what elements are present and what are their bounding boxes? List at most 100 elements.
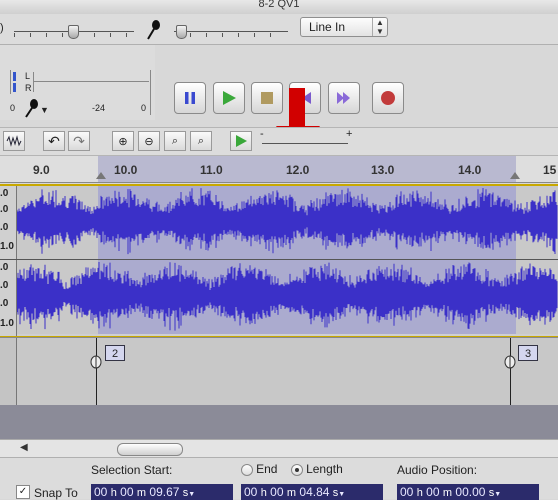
selection-end-marker-icon[interactable] <box>510 172 520 179</box>
meter-scale-left: 0 <box>10 103 16 113</box>
chevron-down-icon[interactable]: ▼ <box>338 491 345 498</box>
hours-value: 00 <box>244 485 258 499</box>
tick <box>206 33 207 37</box>
skip-end-icon <box>337 92 350 104</box>
window-title: 8-2 QV1 <box>258 0 300 10</box>
label-handle-icon[interactable] <box>89 354 103 370</box>
tick <box>238 33 239 37</box>
hours-unit: h <box>260 487 267 499</box>
undo-button[interactable]: ↶ <box>43 131 65 151</box>
output-volume-slider-thumb[interactable] <box>68 25 79 39</box>
tick <box>94 33 95 37</box>
record-button[interactable] <box>372 82 404 114</box>
ruler-label: 14.0 <box>458 163 482 177</box>
tick <box>126 33 127 37</box>
hours-unit: h <box>416 487 423 499</box>
meter-right-label: R <box>25 83 32 93</box>
radio-icon <box>291 464 303 477</box>
tick <box>110 33 111 37</box>
hours-unit: h <box>110 487 117 499</box>
tick <box>254 33 255 37</box>
play-at-speed-button[interactable] <box>230 131 252 151</box>
redo-button[interactable]: ↷ <box>68 131 90 151</box>
play-speed-slider-track[interactable] <box>262 143 348 144</box>
horizontal-scrollbar[interactable]: ◀ <box>0 439 558 458</box>
track-control-panel[interactable]: .0 .0 .0 1.0 <box>0 186 17 259</box>
pause-icon <box>185 92 195 104</box>
selection-start-label: Selection Start: <box>91 463 173 477</box>
microphone-icon[interactable] <box>24 98 40 118</box>
tick <box>222 33 223 37</box>
track-scale-label: .0 <box>0 262 9 273</box>
select-arrows-icon: ▲ ▼ <box>372 18 387 36</box>
scroll-left-icon[interactable]: ◀ <box>20 442 28 453</box>
meter-level-right <box>13 83 16 92</box>
tick <box>46 33 47 37</box>
hours-value: 00 <box>400 485 414 499</box>
tick <box>62 33 63 37</box>
end-radio-label: End <box>256 462 278 476</box>
input-volume-slider-thumb[interactable] <box>176 25 187 39</box>
length-radio[interactable]: Length <box>291 462 343 477</box>
ruler-label: 11.0 <box>200 163 223 177</box>
timeline-ruler[interactable]: 9.0 10.0 11.0 12.0 13.0 14.0 15 <box>0 156 558 183</box>
meter-divider <box>33 81 149 82</box>
label-text-box[interactable]: 3 <box>518 345 538 361</box>
waveform-right-channel[interactable] <box>17 260 558 334</box>
track-scale-label: 1.0 <box>0 318 14 329</box>
tick <box>190 33 191 37</box>
tick <box>270 33 271 37</box>
minutes-unit: m <box>136 487 147 499</box>
end-radio[interactable]: End <box>241 462 278 477</box>
audio-track-left[interactable]: .0 .0 .0 1.0 <box>0 184 558 259</box>
seconds-value: 00.00 <box>455 485 486 499</box>
track-scale-label: .0 <box>0 298 9 309</box>
window-title-bar: 8-2 QV1 <box>0 0 558 15</box>
input-source-select[interactable]: Line In ▲ ▼ <box>300 17 388 37</box>
play-icon <box>223 91 236 105</box>
label-track[interactable]: 2 3 <box>0 337 558 407</box>
fit-project-icon: ⌕ <box>197 134 205 147</box>
length-radio-label: Length <box>306 462 343 476</box>
chevron-down-icon[interactable]: ▼ <box>40 105 49 115</box>
audio-track-right[interactable]: .0 .0 .0 1.0 <box>0 259 558 338</box>
play-button[interactable] <box>213 82 245 114</box>
track-scale-label: .0 <box>0 222 9 233</box>
scrollbar-thumb[interactable] <box>117 443 183 456</box>
track-control-panel[interactable]: .0 .0 .0 1.0 <box>0 260 17 336</box>
chevron-down-icon[interactable]: ▼ <box>494 491 501 498</box>
skip-to-end-button[interactable] <box>328 82 360 114</box>
ruler-label: 12.0 <box>286 163 310 177</box>
zoom-in-button[interactable]: ⊕ <box>112 131 134 151</box>
play-icon <box>236 135 247 147</box>
transport-toolbar <box>157 70 558 125</box>
speed-plus-label: + <box>346 128 353 140</box>
input-volume-slider-track[interactable] <box>174 31 288 32</box>
label-handle-icon[interactable] <box>503 354 517 370</box>
label-track-control-panel[interactable] <box>0 338 17 406</box>
fit-project-button[interactable]: ⌕ <box>190 131 212 151</box>
waveform-left-channel[interactable] <box>17 186 558 259</box>
selection-toolbar: Selection Start: End Length Audio Positi… <box>0 457 558 500</box>
ruler-label: 15 <box>543 163 557 177</box>
empty-track-area[interactable] <box>0 405 558 439</box>
ruler-label: 13.0 <box>371 163 395 177</box>
selection-start-marker-icon[interactable] <box>96 172 106 179</box>
speaker-icon: ) <box>0 22 4 34</box>
radio-icon <box>241 464 253 477</box>
zoom-out-button[interactable]: ⊖ <box>138 131 160 151</box>
multi-tool-button[interactable] <box>3 131 25 151</box>
ruler-label: 10.0 <box>114 163 138 177</box>
waveform-tool-icon <box>6 135 22 147</box>
pause-button[interactable] <box>174 82 206 114</box>
edit-toolbar: ↶ ↷ ⊕ ⊖ ⌕ ⌕ - + <box>0 127 558 156</box>
label-text-box[interactable]: 2 <box>105 345 125 361</box>
chevron-down-icon[interactable]: ▼ <box>188 491 195 498</box>
snap-to-checkbox[interactable]: ✓ <box>16 485 30 499</box>
record-icon <box>381 91 395 105</box>
fit-selection-button[interactable]: ⌕ <box>164 131 186 151</box>
label-line <box>510 338 511 406</box>
label-line <box>96 338 97 406</box>
zoom-in-icon: ⊕ <box>118 135 128 148</box>
minutes-value: 00 <box>426 485 440 499</box>
